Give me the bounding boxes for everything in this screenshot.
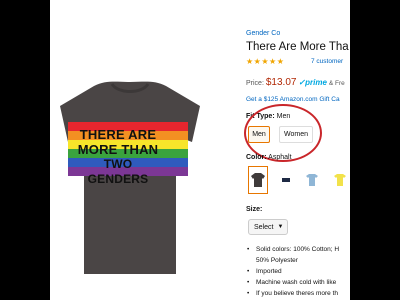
color-swatch-navy[interactable] — [276, 166, 296, 194]
tshirt-icon — [306, 174, 318, 186]
price-label: Price: — [246, 80, 264, 87]
color-swatch-blue[interactable] — [302, 166, 322, 194]
rating-stars[interactable]: ★★★★★ — [246, 57, 284, 66]
color-swatch-asphalt[interactable] — [248, 166, 268, 194]
price-row: Price: $13.07 ✓prime & Fre — [246, 77, 345, 88]
color-value: Asphalt — [268, 154, 292, 161]
color-heading: Color: — [246, 154, 267, 161]
tshirt-icon — [251, 173, 265, 187]
product-page: THERE ARE MORE THAN TWO GENDERS Gender C… — [50, 0, 350, 300]
gift-card-link[interactable]: Get a $125 Amazon.com Gift Ca — [246, 96, 340, 103]
prime-badge: ✓prime — [298, 78, 327, 87]
brand-link[interactable]: Gender Co — [246, 30, 280, 37]
product-image[interactable]: THERE ARE MORE THAN TWO GENDERS — [50, 78, 210, 278]
chevron-down-icon: ▼ — [277, 224, 284, 230]
star-icon: ★★★★★ — [246, 57, 285, 66]
size-dropdown-label: Select — [254, 223, 274, 231]
shirt-text-line-3: TWO GENDERS — [87, 157, 149, 186]
tshirt-icon — [282, 178, 290, 182]
size-dropdown[interactable]: Select ▼ — [248, 219, 288, 235]
shirt-text-line-2: MORE THAN — [77, 142, 159, 157]
size-label: Size: — [246, 206, 263, 213]
bullet-item: If you believe theres more th — [246, 288, 350, 299]
bullet-item: Solid colors: 100% Cotton; H — [246, 244, 350, 255]
shirt-text-line-1: THERE ARE — [79, 127, 157, 142]
tshirt-icon — [334, 174, 346, 186]
free-shipping-text: & Fre — [328, 80, 345, 87]
price-value: $13.07 — [265, 77, 297, 88]
bullet-item: 50% Polyester — [256, 257, 298, 264]
review-count-link[interactable]: 7 customer — [311, 58, 343, 65]
bullet-item: Machine wash cold with like — [246, 277, 350, 288]
bullet-item: Imported — [246, 266, 350, 277]
product-title: There Are More Tha — [246, 41, 349, 53]
feature-bullets: Solid colors: 100% Cotton; H 50% Polyest… — [246, 244, 350, 299]
color-label: Color: Asphalt — [246, 154, 292, 161]
color-swatch-yellow[interactable] — [330, 166, 350, 194]
